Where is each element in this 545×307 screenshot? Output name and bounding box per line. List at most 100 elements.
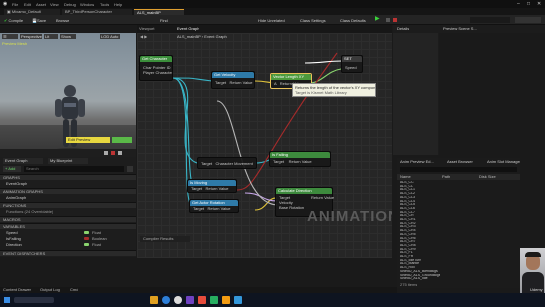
node-row: Target Character Movement [201,161,253,166]
preview-scene-content [439,33,545,155]
node-is-moving[interactable]: Is Moving Target Return Value [187,179,237,193]
graph-item-animgraph[interactable]: AnimGraph [6,195,26,200]
gear-icon[interactable] [127,166,133,172]
compiler-results-tab[interactable]: Compiler Results [140,236,190,242]
lit-button[interactable]: Lit [44,34,58,39]
preview-mesh-label: Preview Mesh [2,41,28,46]
asset-columns-header: Name Path Disk Size [397,174,520,180]
tab-anim-slot-manager[interactable]: Anim Slot Manager [487,159,520,164]
settings-button[interactable] [515,17,541,23]
edge-icon[interactable] [162,296,170,304]
taskbar-search[interactable] [14,297,54,303]
asset-list-item[interactable]: ShieldJ_ALS_Idle [400,277,428,281]
preview-viewport[interactable]: ☰ Perspective Lit Show LOD Auto Preview … [0,33,136,157]
tab-anim-preview[interactable]: Anim Preview Ed... [400,159,440,164]
record-icon[interactable] [111,151,115,155]
node-get-character[interactable]: Get Character Char Pointer ID Player Cha… [139,55,173,81]
node-get-movement[interactable]: Target Character Movement [197,157,257,169]
graph-item-eventgraph[interactable]: EventGraph [6,181,27,186]
event-graph[interactable]: ◀ ▶ ALS_mainBP › Event Graph Get Charact… [137,33,392,258]
node-title: Calculate Direction [276,188,332,194]
visual-studio-icon[interactable] [186,296,194,304]
node-title: Vector Length XY [271,74,311,80]
menu-help[interactable]: Help [114,2,122,7]
tab-asset-browser[interactable]: Asset Browser [447,159,479,164]
hide-unrelated-button[interactable]: Hide Unrelated [258,18,285,23]
menu-asset[interactable]: Asset [36,2,46,7]
play-button[interactable]: ▶ [375,16,380,23]
menu-edit[interactable]: Edit [24,2,31,7]
node-row: Player Character [143,70,172,75]
node-title: Get Character [140,56,172,62]
output-log-button[interactable]: Output Log [40,287,60,292]
preview-scene-tab[interactable]: Preview Scene S... [443,26,477,31]
tab-event-graph-list[interactable]: Event Graph [3,158,43,164]
viewport-options-button[interactable]: ☰ [2,34,18,39]
content-drawer-button[interactable]: Content Drawer [3,287,31,292]
node-row: Target Return Value [191,186,229,191]
asset-count: 275 items [400,282,418,287]
section-variables[interactable]: VARIABLES [0,223,136,229]
tab-event-graph[interactable]: Event Graph [177,26,199,31]
asset-search-input[interactable] [400,167,517,172]
menu-debug[interactable]: Debug [64,2,76,7]
section-animation-graphs[interactable]: ANIMATION GRAPHS [0,188,136,194]
section-event-dispatchers[interactable]: EVENT DISPATCHERS [0,250,136,256]
debug-filter-select[interactable] [470,17,510,23]
compile-button[interactable]: ✔ Compile [4,18,23,23]
class-defaults-button[interactable]: Class Defaults [340,18,366,23]
show-button[interactable]: Show [60,34,76,39]
apply-button[interactable] [112,137,132,143]
app-icon[interactable] [198,296,206,304]
menu-window[interactable]: Window [80,2,94,7]
app-icon[interactable] [234,296,242,304]
node-row: Speed [345,65,357,70]
section-functions[interactable]: FUNCTIONS [0,202,136,208]
tab-my-blueprint[interactable]: My Blueprint [48,158,88,164]
maximize-icon[interactable]: □ [527,1,530,7]
save-button[interactable]: 💾Save [32,18,46,23]
step-back-icon[interactable] [104,151,108,155]
functions-overridable[interactable]: Functions (24 Overridable) [6,209,53,214]
node-get-velocity[interactable]: Get Velocity Target Return Value [211,71,255,89]
search-input[interactable]: Search [24,166,124,172]
menu-view[interactable]: View [50,2,59,7]
timeline-bar[interactable] [0,149,136,157]
minimize-icon[interactable]: – [517,1,520,7]
perspective-button[interactable]: Perspective [20,34,42,39]
menu-file[interactable]: File [12,2,18,7]
app-icon[interactable] [210,296,218,304]
variable-isfalling[interactable]: IsFalling Boolean [6,236,131,241]
my-blueprint-panel: Event Graph My Blueprint + Add Search GR… [0,157,136,257]
step-forward-icon[interactable] [118,151,122,155]
cmd-input[interactable]: Cmd [70,287,78,292]
menu-tools[interactable]: Tools [100,2,109,7]
title-bar: ◉ File Edit Asset View Debug Window Tool… [0,0,545,8]
close-icon[interactable]: ✕ [537,1,541,7]
edit-preview-banner[interactable]: Edit Preview [66,137,110,143]
class-settings-button[interactable]: Class Settings [300,18,326,23]
variable-speed[interactable]: Speed Float [6,230,131,235]
pause-icon[interactable] [386,18,390,22]
tab-viewport[interactable]: Viewport [139,26,155,31]
add-button[interactable]: + Add [3,166,21,172]
section-macros[interactable]: MACROS [0,216,136,222]
node-get-actor-rotation[interactable]: Get Actor Rotation Target Return Value [189,199,239,213]
node-return-label: Return Value [311,195,335,200]
browse-button[interactable]: Browse [56,18,69,23]
os-taskbar [0,293,545,307]
graph-watermark: ANIMATION [307,208,392,225]
start-icon[interactable] [4,297,10,303]
webcam-overlay: Udemy [520,248,545,293]
node-set-speed[interactable]: SET Speed [341,55,363,73]
stop-icon[interactable] [393,18,397,22]
section-graphs[interactable]: GRAPHS [0,174,136,180]
node-is-falling[interactable]: Is Falling Target Return Value [269,151,331,167]
variable-direction[interactable]: Direction Float [6,242,131,247]
lod-button[interactable]: LOD Auto [100,34,120,39]
file-explorer-icon[interactable] [150,296,158,304]
app-icon[interactable] [222,296,230,304]
unreal-icon[interactable] [174,296,182,304]
details-tab[interactable]: Details [397,26,409,31]
find-button[interactable]: Find [160,18,168,23]
